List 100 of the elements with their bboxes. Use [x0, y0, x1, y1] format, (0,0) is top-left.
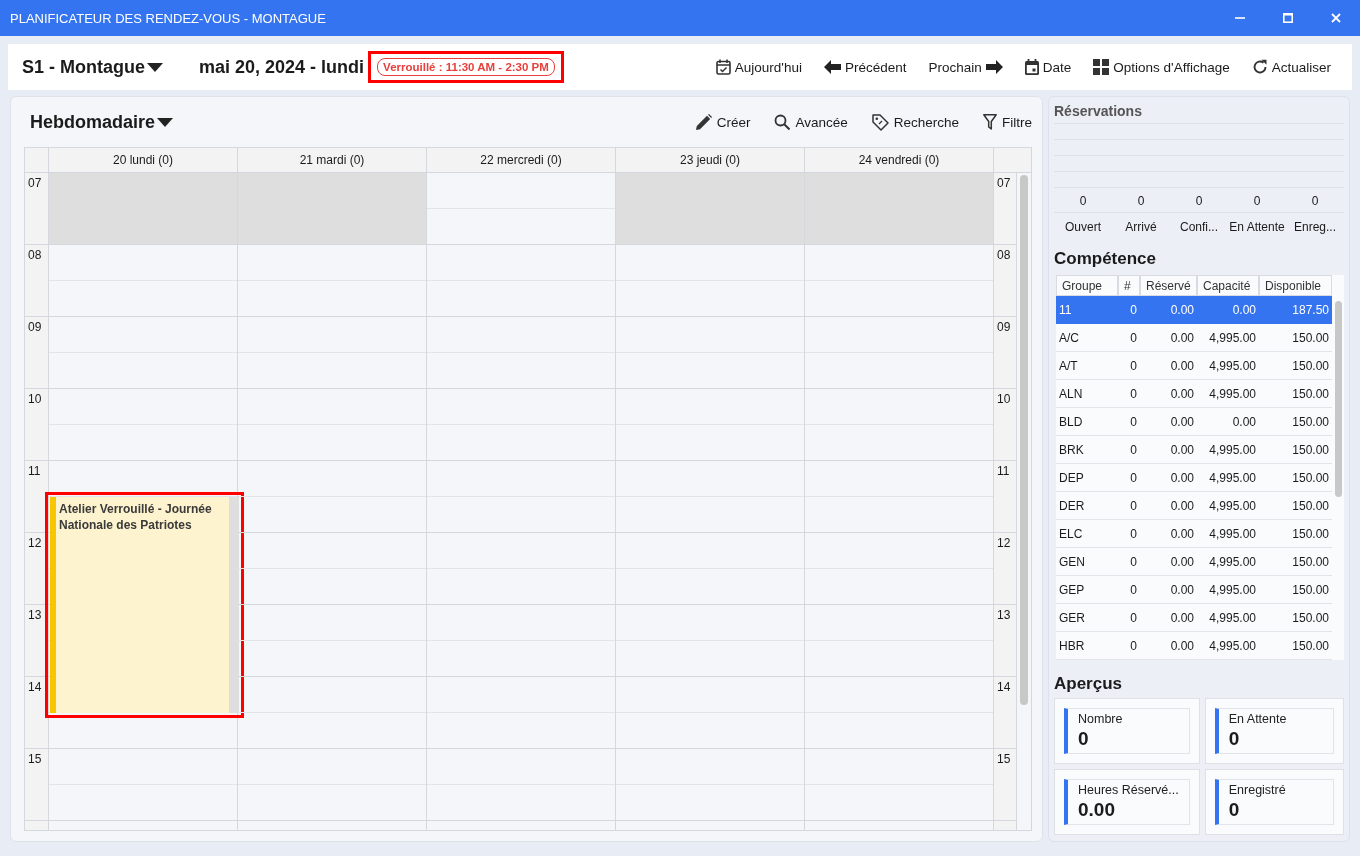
caret-icon: [157, 117, 174, 127]
table-row[interactable]: HBR 0 0.00 4,995.00 150.00: [1056, 632, 1332, 660]
table-cell-text: BLD: [1058, 414, 1084, 429]
shop-dropdown[interactable]: S1 - Montague: [22, 56, 163, 78]
day-column[interactable]: [238, 173, 427, 830]
hour-label: 13: [994, 605, 1016, 677]
table-row[interactable]: A/T 0 0.00 4,995.00 150.00: [1056, 352, 1332, 380]
table-cell-text: 150.00: [1291, 582, 1330, 597]
hour-label: 12: [25, 533, 48, 605]
table-cell-text: 187.50: [1291, 302, 1330, 317]
refresh-icon: [1251, 59, 1268, 75]
table-cell-text: 0: [1129, 414, 1138, 429]
table-cell-text: 0: [1129, 302, 1138, 317]
table-cell-text: 0: [1129, 526, 1138, 541]
stat-value: 0: [1078, 728, 1090, 750]
stat-value: 0: [1228, 728, 1241, 750]
event-block[interactable]: Atelier Verrouillé - Journée Nationale des Patriotes: [50, 497, 239, 713]
count-value: 0: [1112, 188, 1170, 213]
action-button[interactable]: Créer: [683, 109, 763, 135]
table-cell-text: 4,995.00: [1208, 330, 1257, 345]
calendar-icon: [1024, 59, 1039, 75]
arrow-left-icon: [823, 60, 841, 74]
table-row[interactable]: 11 0 0.00 0.00 187.50: [1056, 296, 1332, 324]
day-header: 20 lundi (0): [49, 148, 238, 172]
action-button[interactable]: Recherche: [859, 109, 971, 135]
table-cell-text: 4,995.00: [1208, 470, 1257, 485]
toolbar-button[interactable]: Actualiser: [1240, 55, 1342, 79]
table-cell-text: 0.00: [1169, 554, 1195, 569]
count-label: Ouvert: [1064, 219, 1102, 235]
window-title: PLANIFICATEUR DES RENDEZ-VOUS - MONTAGUE: [9, 10, 326, 26]
table-cell-text: 0: [1129, 554, 1138, 569]
table-row[interactable]: ALN 0 0.00 4,995.00 150.00: [1056, 380, 1332, 408]
scrollbar-thumb[interactable]: [1020, 175, 1028, 705]
table-cell-text: ELC: [1058, 526, 1084, 541]
table-row[interactable]: BRK 0 0.00 4,995.00 150.00: [1056, 436, 1332, 464]
table-cell-text: 4,995.00: [1208, 610, 1257, 625]
hour-label: 11: [25, 461, 48, 533]
table-cell-text: 0.00: [1169, 302, 1195, 317]
day-column[interactable]: [616, 173, 805, 830]
toolbar-button[interactable]: Aujourd'hui: [704, 55, 813, 79]
table-cell-text: 4,995.00: [1208, 554, 1257, 569]
hour-label: 08: [25, 245, 48, 317]
stat-value: 0.00: [1078, 799, 1116, 821]
view-dropdown[interactable]: Hebdomadaire: [24, 107, 180, 137]
day-header: 23 jeudi (0): [616, 148, 805, 172]
hour-label: 10: [25, 389, 48, 461]
table-cell-text: 0: [1129, 386, 1138, 401]
table-cell-text: 4,995.00: [1208, 358, 1257, 373]
table-cell-text: 4,995.00: [1208, 386, 1257, 401]
table-cell-text: 0.00: [1169, 470, 1195, 485]
table-row[interactable]: GEP 0 0.00 4,995.00 150.00: [1056, 576, 1332, 604]
action-button[interactable]: Avancée: [762, 109, 860, 135]
toolbar-button[interactable]: Options d'Affichage: [1082, 55, 1241, 79]
table-row[interactable]: DER 0 0.00 4,995.00 150.00: [1056, 492, 1332, 520]
action-button[interactable]: Filtre: [971, 109, 1032, 135]
table-cell-text: 0.00: [1231, 414, 1257, 429]
scrollbar-thumb[interactable]: [1334, 301, 1342, 497]
table-cell-text: 0.00: [1169, 414, 1195, 429]
day-column[interactable]: [805, 173, 994, 830]
hour-label: 09: [25, 317, 48, 389]
column-header[interactable]: Disponible: [1259, 275, 1332, 296]
table-cell-text: 0.00: [1169, 526, 1195, 541]
table-cell-text: 0.00: [1169, 610, 1195, 625]
column-header[interactable]: Capacité: [1197, 275, 1259, 296]
table-cell-text: 11: [1058, 302, 1073, 317]
table-cell-text: 0: [1129, 358, 1138, 373]
hour-label: 11: [994, 461, 1016, 533]
table-row[interactable]: BLD 0 0.00 0.00 150.00: [1056, 408, 1332, 436]
column-header[interactable]: #: [1118, 275, 1140, 296]
toolbar-button[interactable]: Prochain: [917, 55, 1014, 79]
table-cell-text: 0.00: [1169, 358, 1195, 373]
table-cell-text: 0: [1129, 498, 1138, 513]
stat-label: Enregistré: [1228, 783, 1287, 797]
count-value: 0: [1228, 188, 1286, 213]
table-cell-text: GEP: [1058, 582, 1086, 597]
section-title: Aperçus: [1054, 674, 1124, 694]
table-row[interactable]: DEP 0 0.00 4,995.00 150.00: [1056, 464, 1332, 492]
lock-badge: Verrouillé : 11:30 AM - 2:30 PM: [377, 58, 555, 76]
table-cell-text: 4,995.00: [1208, 638, 1257, 653]
toolbar-button[interactable]: Date: [1013, 55, 1083, 79]
day-column[interactable]: [427, 173, 616, 830]
column-header[interactable]: Réservé: [1140, 275, 1197, 296]
table-row[interactable]: GEN 0 0.00 4,995.00 150.00: [1056, 548, 1332, 576]
count-value: 0: [1054, 188, 1112, 213]
table-cell-text: 150.00: [1291, 442, 1330, 457]
table-row[interactable]: ELC 0 0.00 4,995.00 150.00: [1056, 520, 1332, 548]
pencil-icon: [695, 114, 712, 130]
minimize-icon: [1235, 17, 1245, 19]
table-cell-text: GEN: [1058, 554, 1086, 569]
day-column[interactable]: Atelier Verrouillé - Journée Nationale des Patriotes: [49, 173, 238, 830]
toolbar-button[interactable]: Précédent: [812, 55, 918, 79]
tag-icon: [871, 113, 889, 131]
column-header[interactable]: Groupe: [1056, 275, 1118, 296]
grid-icon: [1093, 59, 1110, 75]
table-cell-text: 0: [1129, 638, 1138, 653]
hour-label: 15: [994, 749, 1016, 821]
table-row[interactable]: GER 0 0.00 4,995.00 150.00: [1056, 604, 1332, 632]
stat-value: 0: [1228, 799, 1241, 821]
table-cell-text: 0: [1129, 610, 1138, 625]
table-row[interactable]: A/C 0 0.00 4,995.00 150.00: [1056, 324, 1332, 352]
